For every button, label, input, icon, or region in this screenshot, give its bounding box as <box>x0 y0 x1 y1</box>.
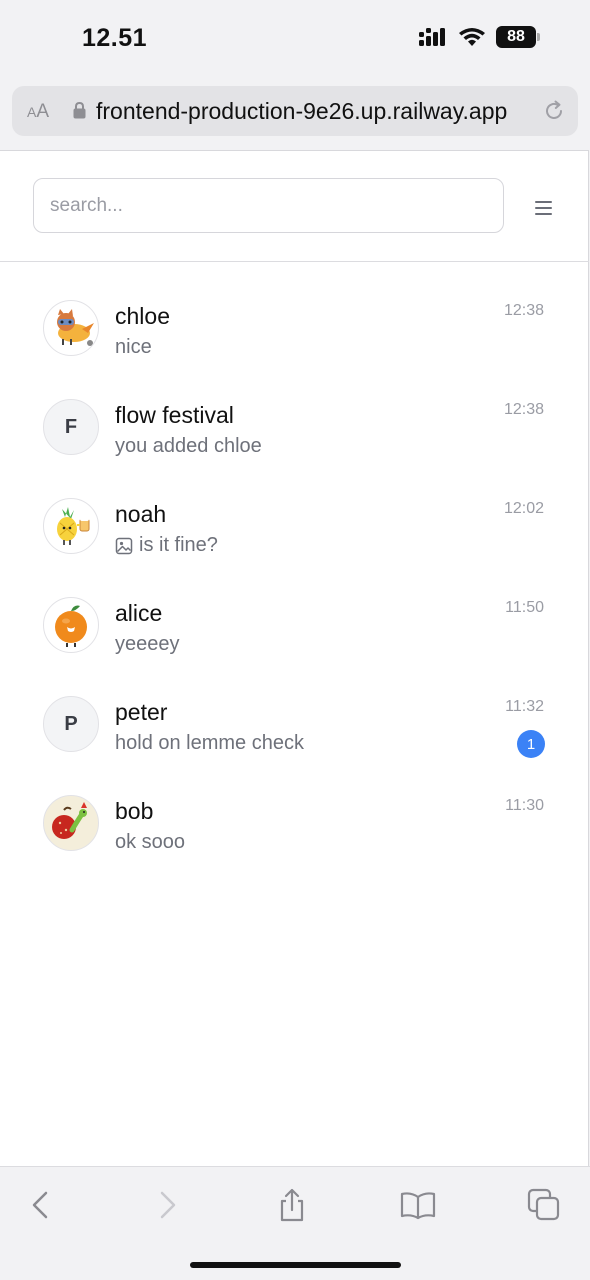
lock-icon <box>73 101 86 119</box>
avatar <box>43 498 99 554</box>
avatar <box>43 795 99 851</box>
home-indicator <box>190 1262 401 1268</box>
avatar: F <box>43 399 99 455</box>
avatar <box>43 300 99 356</box>
chat-item-peter[interactable]: P peter hold on lemme check 11:32 1 <box>0 677 589 776</box>
apple-worm-sticker-icon <box>52 802 87 839</box>
menu-icon[interactable] <box>535 201 552 215</box>
chat-preview: hold on lemme check <box>115 732 304 754</box>
chat-time: 11:32 <box>505 698 544 715</box>
chat-name: alice <box>115 600 163 626</box>
share-icon[interactable] <box>274 1187 310 1223</box>
chat-time: 11:50 <box>505 599 544 616</box>
address-bar[interactable]: AA frontend-production-9e26.up.railway.a… <box>12 86 578 136</box>
wifi-icon <box>459 28 485 46</box>
avatar <box>43 597 99 653</box>
chat-item-bob[interactable]: bob ok sooo 11:30 <box>0 776 589 875</box>
chat-time: 12:38 <box>503 302 544 319</box>
chat-name: flow festival <box>115 402 234 428</box>
chat-app: chloe nice 12:38 F flow festival you add… <box>0 150 589 1166</box>
image-icon <box>115 537 133 554</box>
orange-sticker-icon <box>55 605 87 647</box>
chat-time: 12:02 <box>503 500 544 517</box>
header-divider <box>0 261 589 262</box>
back-icon[interactable] <box>22 1187 58 1223</box>
url-text[interactable]: frontend-production-9e26.up.railway.app <box>96 98 507 125</box>
tabs-icon[interactable] <box>526 1187 562 1223</box>
bird-fox-sticker-icon <box>57 309 94 346</box>
chat-time: 11:30 <box>505 797 544 814</box>
status-icons: 88 <box>418 26 540 48</box>
reader-options-button[interactable]: AA <box>27 101 49 123</box>
chat-name: chloe <box>115 303 170 329</box>
chat-preview: yeeeey <box>115 633 180 655</box>
chat-name: bob <box>115 798 154 824</box>
chat-preview: you added chloe <box>115 435 262 457</box>
search-input[interactable] <box>33 178 504 233</box>
chat-name: noah <box>115 501 167 527</box>
chat-item-chloe[interactable]: chloe nice 12:38 <box>0 281 589 380</box>
chat-item-alice[interactable]: alice yeeeey 11:50 <box>0 578 589 677</box>
cellular-signal-icon <box>419 28 445 46</box>
chat-name: peter <box>115 699 168 725</box>
status-bar: 12.51 88 <box>0 0 590 80</box>
battery-icon: 88 <box>496 26 540 48</box>
pineapple-sticker-icon <box>57 507 90 545</box>
status-time: 12.51 <box>82 24 148 52</box>
bookmarks-icon[interactable] <box>400 1187 436 1223</box>
chat-preview: nice <box>115 336 152 358</box>
reload-icon[interactable] <box>542 99 566 123</box>
battery-level: 88 <box>496 26 536 48</box>
chat-item-flow-festival[interactable]: F flow festival you added chloe 12:38 <box>0 380 589 479</box>
avatar: P <box>43 696 99 752</box>
unread-badge: 1 <box>517 730 545 758</box>
chat-list: chloe nice 12:38 F flow festival you add… <box>0 281 589 875</box>
chat-preview: is it fine? <box>115 534 218 557</box>
chat-preview: ok sooo <box>115 831 186 853</box>
forward-icon[interactable] <box>150 1187 186 1223</box>
chat-item-noah[interactable]: noah is it fine? 12:02 <box>0 479 589 578</box>
chat-time: 12:38 <box>503 401 544 418</box>
